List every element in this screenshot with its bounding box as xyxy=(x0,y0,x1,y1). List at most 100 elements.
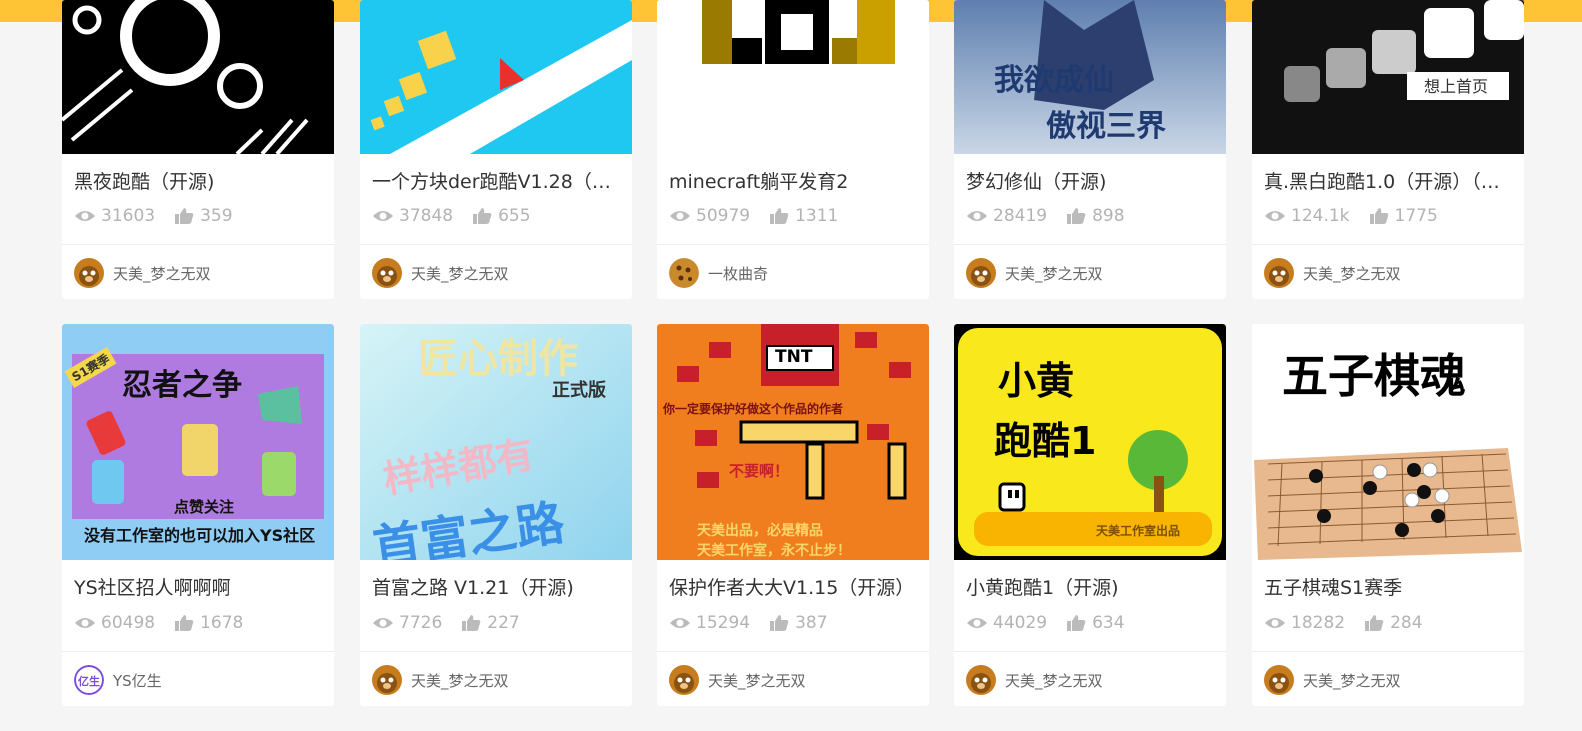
work-title[interactable]: YS社区招人啊啊啊 xyxy=(74,573,322,600)
eye-icon xyxy=(74,208,96,224)
thumbs-up-icon xyxy=(1368,208,1390,224)
work-title[interactable]: 五子棋魂S1赛季 xyxy=(1264,573,1512,600)
author-avatar[interactable] xyxy=(669,665,699,695)
divider xyxy=(1252,651,1524,652)
divider xyxy=(62,651,334,652)
author-info[interactable]: 天美_梦之无双 xyxy=(74,258,211,288)
work-stats: 18282 284 xyxy=(1264,613,1423,633)
work-card[interactable]: 我欲成仙 傲视三界 梦幻修仙（开源) 28419 898 天美_梦之无双 xyxy=(954,0,1226,299)
author-avatar[interactable]: 亿生 xyxy=(74,665,104,695)
thumbs-up-icon xyxy=(768,615,790,631)
author-info[interactable]: 天美_梦之无双 xyxy=(372,258,509,288)
author-info[interactable]: 亿生 YS亿生 xyxy=(74,665,162,695)
work-card[interactable]: 五子棋魂 五子棋魂S1赛季 18282 284 天美_梦之无双 xyxy=(1252,324,1524,706)
work-title[interactable]: 黑夜跑酷（开源) xyxy=(74,167,322,194)
author-avatar[interactable] xyxy=(74,258,104,288)
work-card[interactable]: 一个方块der跑酷V1.28（开源） 37848 655 天美_梦之无双 xyxy=(360,0,632,299)
work-title[interactable]: 首富之路 V1.21（开源) xyxy=(372,573,620,600)
like-count: 1678 xyxy=(200,613,244,633)
work-card[interactable]: TNT 你一定要保护好做这个作品的作者 不要啊！ 天美出品，必是精品 天美工作室… xyxy=(657,324,929,706)
work-thumbnail[interactable]: TNT 你一定要保护好做这个作品的作者 不要啊！ 天美出品，必是精品 天美工作室… xyxy=(657,324,929,560)
work-card[interactable]: 小黄 跑酷1 天美工作室出品 小黄跑酷1（开源) 44029 634 天美_梦之… xyxy=(954,324,1226,706)
svg-text:我欲成仙: 我欲成仙 xyxy=(994,63,1114,98)
work-title[interactable]: 一个方块der跑酷V1.28（开源） xyxy=(372,167,620,194)
author-avatar[interactable] xyxy=(1264,665,1294,695)
author-name[interactable]: 天美_梦之无双 xyxy=(113,263,211,284)
author-info[interactable]: 天美_梦之无双 xyxy=(966,665,1103,695)
author-avatar[interactable] xyxy=(966,665,996,695)
view-count: 60498 xyxy=(101,613,156,633)
like-count: 387 xyxy=(795,613,828,633)
like-count: 359 xyxy=(200,206,233,226)
author-name[interactable]: 天美_梦之无双 xyxy=(411,263,509,284)
work-card[interactable]: 忍者之争 S1赛季 点赞关注 没有工作室的也可以加入YS社区 YS社区招人啊啊啊… xyxy=(62,324,334,706)
author-info[interactable]: 天美_梦之无双 xyxy=(1264,665,1401,695)
work-thumbnail[interactable]: 匠心制作 正式版 样样都有 首富之路 xyxy=(360,324,632,560)
work-thumbnail[interactable]: 五子棋魂 xyxy=(1252,324,1524,560)
author-name[interactable]: 天美_梦之无双 xyxy=(1303,670,1401,691)
author-avatar[interactable] xyxy=(669,258,699,288)
like-count: 898 xyxy=(1092,206,1125,226)
work-stats: 28419 898 xyxy=(966,206,1125,226)
divider xyxy=(657,651,929,652)
work-stats: 7726 227 xyxy=(372,613,520,633)
thumbnail-text: 天美工作室出品 xyxy=(1096,524,1181,538)
thumbnail-text: 跑酷1 xyxy=(994,419,1097,463)
thumbnail-text: 正式版 xyxy=(552,380,606,401)
divider xyxy=(360,651,632,652)
view-count: 37848 xyxy=(399,206,454,226)
author-name[interactable]: 天美_梦之无双 xyxy=(1303,263,1401,284)
author-info[interactable]: 天美_梦之无双 xyxy=(966,258,1103,288)
view-count: 18282 xyxy=(1291,613,1346,633)
thumbnail-text: 点赞关注 xyxy=(174,498,235,516)
author-avatar[interactable] xyxy=(966,258,996,288)
work-title[interactable]: 小黄跑酷1（开源) xyxy=(966,573,1214,600)
work-thumbnail[interactable]: 我欲成仙 傲视三界 xyxy=(954,0,1226,154)
author-info[interactable]: 一枚曲奇 xyxy=(669,258,768,288)
work-card[interactable]: 匠心制作 正式版 样样都有 首富之路 首富之路 V1.21（开源) 7726 2… xyxy=(360,324,632,706)
thumbs-up-icon xyxy=(768,208,790,224)
work-thumbnail[interactable] xyxy=(62,0,334,154)
view-count: 50979 xyxy=(696,206,751,226)
work-thumbnail[interactable]: 想上首页 xyxy=(1252,0,1524,154)
view-count: 7726 xyxy=(399,613,443,633)
author-name[interactable]: 天美_梦之无双 xyxy=(411,670,509,691)
divider xyxy=(954,244,1226,245)
work-stats: 124.1k 1775 xyxy=(1264,206,1438,226)
thumbnail-text: 忍者之争 xyxy=(122,368,242,403)
author-name[interactable]: 天美_梦之无双 xyxy=(708,670,806,691)
work-card[interactable]: 想上首页 真.黑白跑酷1.0（开源）（开源） 124.1k 1775 天美_梦之… xyxy=(1252,0,1524,299)
work-card[interactable]: minecraft躺平发育2 50979 1311 一枚曲奇 xyxy=(657,0,929,299)
author-name[interactable]: 天美_梦之无双 xyxy=(1005,670,1103,691)
author-avatar[interactable] xyxy=(372,258,402,288)
eye-icon xyxy=(669,208,691,224)
view-count: 44029 xyxy=(993,613,1048,633)
author-info[interactable]: 天美_梦之无双 xyxy=(1264,258,1401,288)
work-card[interactable]: 黑夜跑酷（开源) 31603 359 天美_梦之无双 xyxy=(62,0,334,299)
divider xyxy=(954,651,1226,652)
eye-icon xyxy=(966,615,988,631)
like-count: 1311 xyxy=(795,206,839,226)
eye-icon xyxy=(372,615,394,631)
eye-icon xyxy=(1264,208,1286,224)
work-title[interactable]: minecraft躺平发育2 xyxy=(669,167,917,194)
author-name[interactable]: 天美_梦之无双 xyxy=(1005,263,1103,284)
svg-text:想上首页: 想上首页 xyxy=(1424,77,1488,96)
work-title[interactable]: 真.黑白跑酷1.0（开源）（开源） xyxy=(1264,167,1512,194)
thumbs-up-icon xyxy=(1363,615,1385,631)
eye-icon xyxy=(1264,615,1286,631)
author-name[interactable]: YS亿生 xyxy=(113,670,162,691)
work-thumbnail[interactable]: 忍者之争 S1赛季 点赞关注 没有工作室的也可以加入YS社区 xyxy=(62,324,334,560)
author-info[interactable]: 天美_梦之无双 xyxy=(669,665,806,695)
work-thumbnail[interactable] xyxy=(360,0,632,154)
work-thumbnail[interactable] xyxy=(657,0,929,154)
author-avatar[interactable] xyxy=(1264,258,1294,288)
divider xyxy=(657,244,929,245)
work-stats: 60498 1678 xyxy=(74,613,243,633)
author-info[interactable]: 天美_梦之无双 xyxy=(372,665,509,695)
work-title[interactable]: 梦幻修仙（开源) xyxy=(966,167,1214,194)
author-avatar[interactable] xyxy=(372,665,402,695)
work-thumbnail[interactable]: 小黄 跑酷1 天美工作室出品 xyxy=(954,324,1226,560)
author-name[interactable]: 一枚曲奇 xyxy=(708,263,768,284)
work-title[interactable]: 保护作者大大V1.15（开源） xyxy=(669,573,917,600)
